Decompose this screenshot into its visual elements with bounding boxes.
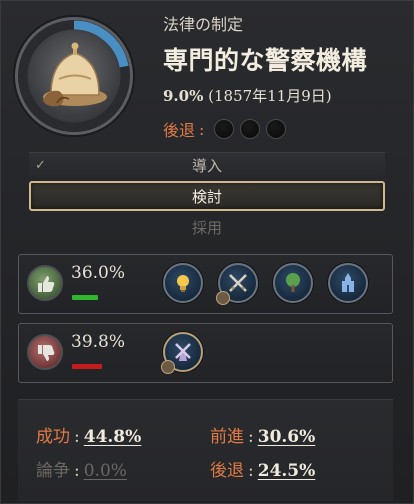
oppose-bar	[72, 364, 102, 369]
progress-date: (1857年11月9日)	[208, 87, 332, 105]
leader-badge	[216, 291, 230, 305]
police-helmet-icon	[43, 42, 107, 107]
regress-label: 後退	[163, 121, 196, 140]
windmill-icon[interactable]	[161, 332, 203, 374]
regress-dot	[240, 119, 261, 139]
stat-advance: 前進:30.6%	[210, 422, 315, 447]
check-icon: ✓	[35, 158, 46, 173]
stat-success: 成功:44.8%	[36, 422, 141, 447]
stat-advance-value[interactable]: 30.6%	[258, 427, 316, 447]
stat-success-value[interactable]: 44.8%	[84, 427, 142, 447]
support-percent: 36.0%	[71, 263, 126, 283]
law-title: 専門的な警察機構	[163, 46, 368, 75]
oppose-percent: 39.8%	[71, 332, 126, 352]
stat-colon: :	[74, 461, 80, 481]
support-bar	[72, 295, 98, 300]
stats-box: 成功:44.8% 前進:30.6% 論争:0.0% 後退:24.5%	[18, 399, 393, 501]
regress-indicator: 後退 :	[163, 117, 288, 141]
law-progress: 9.0% (1857年11月9日)	[163, 85, 332, 106]
oppose-box: 39.8%	[18, 323, 393, 383]
stat-regress-value[interactable]: 24.5%	[258, 461, 316, 481]
support-box: 36.0%	[18, 254, 393, 314]
stat-colon: :	[74, 427, 80, 447]
stat-success-label: 成功	[36, 427, 70, 447]
stat-regress: 後退:24.5%	[210, 456, 315, 481]
step-debating-label: 検討	[191, 188, 222, 206]
crossed-swords-icon[interactable]	[216, 263, 258, 305]
stat-colon: :	[248, 427, 254, 447]
leader-badge	[161, 360, 175, 374]
stat-advance-label: 前進	[210, 427, 244, 447]
stat-colon: :	[248, 461, 254, 481]
law-panel: 法律の制定 専門的な警察機構 9.0% (1857年11月9日) 後退 : ✓ …	[0, 0, 414, 504]
thumbs-down-icon	[27, 334, 63, 370]
step-adopted: 採用	[29, 215, 385, 241]
stat-debate: 論争:0.0%	[36, 456, 127, 481]
stat-debate-value[interactable]: 0.0%	[84, 461, 127, 481]
step-introduced: ✓ 導入	[29, 152, 385, 178]
regress-colon: :	[199, 119, 205, 139]
thumbs-up-icon	[27, 265, 63, 301]
law-category: 法律の制定	[163, 15, 244, 34]
progress-percent: 9.0%	[163, 87, 204, 105]
tree-icon[interactable]	[273, 263, 313, 303]
step-debating[interactable]: 検討	[29, 181, 385, 211]
stat-regress-label: 後退	[210, 461, 244, 481]
lightbulb-icon[interactable]	[163, 263, 203, 303]
regress-dot	[266, 119, 287, 139]
step-adopted-label: 採用	[191, 219, 222, 237]
regress-dot	[214, 119, 235, 139]
church-icon[interactable]	[328, 263, 368, 303]
stat-debate-label: 論争	[36, 461, 70, 481]
step-introduced-label: 導入	[191, 157, 222, 175]
